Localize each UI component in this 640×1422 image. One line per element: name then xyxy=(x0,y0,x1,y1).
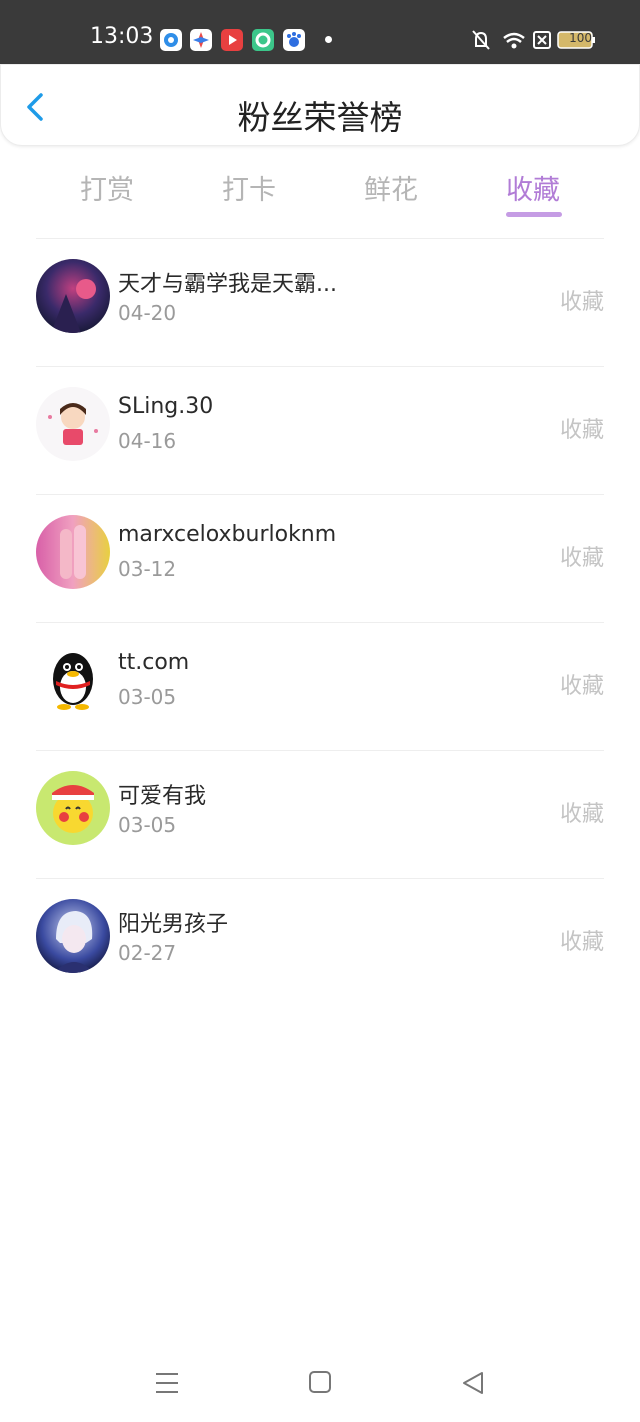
square-home-icon xyxy=(309,1371,331,1393)
triangle-back-icon xyxy=(463,1372,483,1394)
fan-action-label: 收藏 xyxy=(559,290,604,315)
fan-name: tt.com xyxy=(118,650,190,675)
list-item[interactable]: tt.com 03-05 收藏 xyxy=(0,622,640,750)
tab-flowers[interactable]: 鲜花 xyxy=(364,168,418,207)
fan-date: 04-20 xyxy=(118,301,177,325)
notification-dot-icon xyxy=(325,36,332,43)
baidu-app-icon xyxy=(283,29,305,51)
pikachu-avatar xyxy=(36,771,110,845)
tab-reward[interactable]: 打赏 xyxy=(80,168,134,207)
dark-character-avatar xyxy=(36,259,110,333)
fan-action-label: 收藏 xyxy=(559,674,604,699)
fan-date: 03-05 xyxy=(118,685,177,709)
fan-date: 03-05 xyxy=(118,813,177,837)
cartoon-boy-avatar xyxy=(36,387,110,461)
mute-bell-icon xyxy=(472,30,490,50)
list-item[interactable]: 阳光男孩子 02-27 收藏 xyxy=(0,878,640,1006)
fan-date: 04-16 xyxy=(118,429,177,453)
system-nav-bar xyxy=(0,1350,640,1422)
list-item[interactable]: marxceloxburloknm 03-12 收藏 xyxy=(0,494,640,622)
page-header: 粉丝荣誉榜 xyxy=(0,64,640,146)
fan-date: 03-12 xyxy=(118,557,177,581)
menu-icon xyxy=(156,1373,178,1393)
qq-penguin-avatar xyxy=(36,643,110,717)
fan-action-label: 收藏 xyxy=(559,418,604,443)
tab-collection[interactable]: 收藏 xyxy=(506,168,560,207)
fan-name: 阳光男孩子 xyxy=(118,912,229,937)
pink-fingers-avatar xyxy=(36,515,110,589)
list-item[interactable]: 可爱有我 03-05 收藏 xyxy=(0,750,640,878)
status-time: 13:03 xyxy=(90,24,154,49)
status-bar: 13:03 100 xyxy=(0,0,640,64)
list-item[interactable]: SLing.30 04-16 收藏 xyxy=(0,366,640,494)
fan-name: 可爱有我 xyxy=(118,784,207,809)
list-item[interactable]: 天才与霸学我是天霸... 04-20 收藏 xyxy=(0,238,640,366)
tab-bar: 打赏 打卡 鲜花 收藏 xyxy=(0,160,640,220)
menu-nav-button[interactable] xyxy=(154,1370,180,1400)
wifi-icon xyxy=(503,32,525,49)
fan-name: 天才与霸学我是天霸... xyxy=(118,272,337,297)
page-title: 粉丝荣誉榜 xyxy=(237,98,403,137)
compass-app-icon xyxy=(190,29,212,51)
fan-action-label: 收藏 xyxy=(559,930,604,955)
fan-action-label: 收藏 xyxy=(559,802,604,827)
green-app-icon xyxy=(252,29,274,51)
home-nav-button[interactable] xyxy=(308,1370,334,1400)
battery-level: 100 xyxy=(569,31,592,45)
no-sim-icon xyxy=(533,31,551,49)
fan-name: SLing.30 xyxy=(118,394,214,419)
app-notification-icon xyxy=(160,29,182,51)
fan-date: 02-27 xyxy=(118,941,177,965)
video-app-icon xyxy=(221,29,243,51)
active-tab-indicator xyxy=(506,212,562,217)
fan-action-label: 收藏 xyxy=(559,546,604,571)
anime-boy-avatar xyxy=(36,899,110,973)
back-nav-button[interactable] xyxy=(460,1370,486,1400)
fan-name: marxceloxburloknm xyxy=(118,522,337,547)
tab-checkin[interactable]: 打卡 xyxy=(222,168,276,207)
